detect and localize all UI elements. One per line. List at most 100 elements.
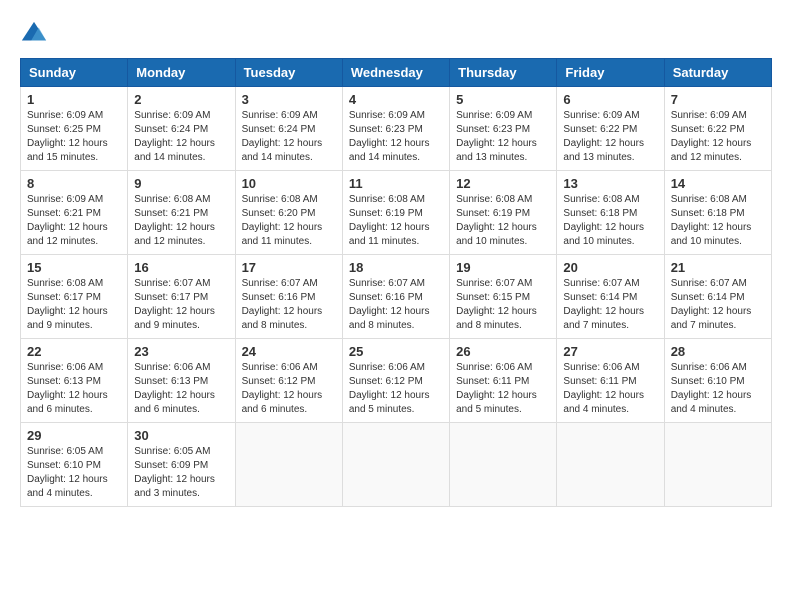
- day-info: Sunrise: 6:09 AM Sunset: 6:22 PM Dayligh…: [671, 109, 765, 165]
- calendar-day: 19 Sunrise: 6:07 AM Sunset: 6:15 PM Dayl…: [450, 255, 557, 339]
- day-number: 5: [456, 92, 550, 107]
- day-info: Sunrise: 6:05 AM Sunset: 6:10 PM Dayligh…: [27, 445, 121, 501]
- calendar-week-4: 22 Sunrise: 6:06 AM Sunset: 6:13 PM Dayl…: [21, 339, 772, 423]
- calendar-day: 5 Sunrise: 6:09 AM Sunset: 6:23 PM Dayli…: [450, 87, 557, 171]
- day-info: Sunrise: 6:09 AM Sunset: 6:21 PM Dayligh…: [27, 193, 121, 249]
- weekday-header-wednesday: Wednesday: [342, 59, 449, 87]
- calendar-day: 20 Sunrise: 6:07 AM Sunset: 6:14 PM Dayl…: [557, 255, 664, 339]
- day-number: 18: [349, 260, 443, 275]
- day-number: 14: [671, 176, 765, 191]
- day-info: Sunrise: 6:09 AM Sunset: 6:23 PM Dayligh…: [349, 109, 443, 165]
- weekday-header-saturday: Saturday: [664, 59, 771, 87]
- day-info: Sunrise: 6:09 AM Sunset: 6:24 PM Dayligh…: [134, 109, 228, 165]
- day-info: Sunrise: 6:07 AM Sunset: 6:16 PM Dayligh…: [242, 277, 336, 333]
- calendar-day: 18 Sunrise: 6:07 AM Sunset: 6:16 PM Dayl…: [342, 255, 449, 339]
- day-number: 13: [563, 176, 657, 191]
- calendar-day: 21 Sunrise: 6:07 AM Sunset: 6:14 PM Dayl…: [664, 255, 771, 339]
- day-info: Sunrise: 6:08 AM Sunset: 6:19 PM Dayligh…: [349, 193, 443, 249]
- calendar-day: 2 Sunrise: 6:09 AM Sunset: 6:24 PM Dayli…: [128, 87, 235, 171]
- day-info: Sunrise: 6:08 AM Sunset: 6:17 PM Dayligh…: [27, 277, 121, 333]
- logo-icon: [20, 20, 48, 48]
- day-number: 6: [563, 92, 657, 107]
- day-info: Sunrise: 6:05 AM Sunset: 6:09 PM Dayligh…: [134, 445, 228, 501]
- day-number: 10: [242, 176, 336, 191]
- day-info: Sunrise: 6:08 AM Sunset: 6:18 PM Dayligh…: [563, 193, 657, 249]
- logo: [20, 20, 52, 48]
- calendar-week-2: 8 Sunrise: 6:09 AM Sunset: 6:21 PM Dayli…: [21, 171, 772, 255]
- calendar-day: 11 Sunrise: 6:08 AM Sunset: 6:19 PM Dayl…: [342, 171, 449, 255]
- day-number: 28: [671, 344, 765, 359]
- day-number: 19: [456, 260, 550, 275]
- day-info: Sunrise: 6:06 AM Sunset: 6:13 PM Dayligh…: [27, 361, 121, 417]
- calendar-day: [450, 423, 557, 507]
- day-number: 27: [563, 344, 657, 359]
- calendar-day: 9 Sunrise: 6:08 AM Sunset: 6:21 PM Dayli…: [128, 171, 235, 255]
- weekday-header-monday: Monday: [128, 59, 235, 87]
- calendar-day: 7 Sunrise: 6:09 AM Sunset: 6:22 PM Dayli…: [664, 87, 771, 171]
- day-info: Sunrise: 6:09 AM Sunset: 6:24 PM Dayligh…: [242, 109, 336, 165]
- calendar-day: [664, 423, 771, 507]
- calendar-day: 4 Sunrise: 6:09 AM Sunset: 6:23 PM Dayli…: [342, 87, 449, 171]
- day-info: Sunrise: 6:08 AM Sunset: 6:20 PM Dayligh…: [242, 193, 336, 249]
- day-info: Sunrise: 6:08 AM Sunset: 6:21 PM Dayligh…: [134, 193, 228, 249]
- day-number: 1: [27, 92, 121, 107]
- day-info: Sunrise: 6:07 AM Sunset: 6:14 PM Dayligh…: [563, 277, 657, 333]
- day-info: Sunrise: 6:06 AM Sunset: 6:12 PM Dayligh…: [349, 361, 443, 417]
- weekday-header-friday: Friday: [557, 59, 664, 87]
- day-number: 26: [456, 344, 550, 359]
- calendar-day: 1 Sunrise: 6:09 AM Sunset: 6:25 PM Dayli…: [21, 87, 128, 171]
- day-number: 15: [27, 260, 121, 275]
- day-info: Sunrise: 6:08 AM Sunset: 6:18 PM Dayligh…: [671, 193, 765, 249]
- day-info: Sunrise: 6:06 AM Sunset: 6:11 PM Dayligh…: [563, 361, 657, 417]
- day-info: Sunrise: 6:06 AM Sunset: 6:13 PM Dayligh…: [134, 361, 228, 417]
- calendar-week-1: 1 Sunrise: 6:09 AM Sunset: 6:25 PM Dayli…: [21, 87, 772, 171]
- weekday-header-row: SundayMondayTuesdayWednesdayThursdayFrid…: [21, 59, 772, 87]
- calendar-table: SundayMondayTuesdayWednesdayThursdayFrid…: [20, 58, 772, 507]
- weekday-header-tuesday: Tuesday: [235, 59, 342, 87]
- day-number: 7: [671, 92, 765, 107]
- day-number: 25: [349, 344, 443, 359]
- day-info: Sunrise: 6:07 AM Sunset: 6:14 PM Dayligh…: [671, 277, 765, 333]
- day-info: Sunrise: 6:08 AM Sunset: 6:19 PM Dayligh…: [456, 193, 550, 249]
- calendar-day: 15 Sunrise: 6:08 AM Sunset: 6:17 PM Dayl…: [21, 255, 128, 339]
- calendar-day: 8 Sunrise: 6:09 AM Sunset: 6:21 PM Dayli…: [21, 171, 128, 255]
- day-info: Sunrise: 6:07 AM Sunset: 6:17 PM Dayligh…: [134, 277, 228, 333]
- calendar-day: 23 Sunrise: 6:06 AM Sunset: 6:13 PM Dayl…: [128, 339, 235, 423]
- day-info: Sunrise: 6:06 AM Sunset: 6:11 PM Dayligh…: [456, 361, 550, 417]
- day-number: 22: [27, 344, 121, 359]
- day-number: 23: [134, 344, 228, 359]
- day-number: 21: [671, 260, 765, 275]
- calendar-day: 14 Sunrise: 6:08 AM Sunset: 6:18 PM Dayl…: [664, 171, 771, 255]
- day-number: 17: [242, 260, 336, 275]
- calendar-day: 30 Sunrise: 6:05 AM Sunset: 6:09 PM Dayl…: [128, 423, 235, 507]
- day-number: 2: [134, 92, 228, 107]
- day-number: 9: [134, 176, 228, 191]
- calendar-day: 12 Sunrise: 6:08 AM Sunset: 6:19 PM Dayl…: [450, 171, 557, 255]
- day-number: 16: [134, 260, 228, 275]
- calendar-day: 29 Sunrise: 6:05 AM Sunset: 6:10 PM Dayl…: [21, 423, 128, 507]
- calendar-day: 16 Sunrise: 6:07 AM Sunset: 6:17 PM Dayl…: [128, 255, 235, 339]
- weekday-header-sunday: Sunday: [21, 59, 128, 87]
- calendar-day: [235, 423, 342, 507]
- calendar-day: [557, 423, 664, 507]
- calendar-day: 3 Sunrise: 6:09 AM Sunset: 6:24 PM Dayli…: [235, 87, 342, 171]
- calendar-day: 24 Sunrise: 6:06 AM Sunset: 6:12 PM Dayl…: [235, 339, 342, 423]
- day-info: Sunrise: 6:06 AM Sunset: 6:12 PM Dayligh…: [242, 361, 336, 417]
- calendar-day: 17 Sunrise: 6:07 AM Sunset: 6:16 PM Dayl…: [235, 255, 342, 339]
- day-number: 20: [563, 260, 657, 275]
- calendar-day: 22 Sunrise: 6:06 AM Sunset: 6:13 PM Dayl…: [21, 339, 128, 423]
- calendar-day: 26 Sunrise: 6:06 AM Sunset: 6:11 PM Dayl…: [450, 339, 557, 423]
- calendar-week-3: 15 Sunrise: 6:08 AM Sunset: 6:17 PM Dayl…: [21, 255, 772, 339]
- day-info: Sunrise: 6:09 AM Sunset: 6:23 PM Dayligh…: [456, 109, 550, 165]
- calendar-week-5: 29 Sunrise: 6:05 AM Sunset: 6:10 PM Dayl…: [21, 423, 772, 507]
- day-number: 4: [349, 92, 443, 107]
- day-info: Sunrise: 6:06 AM Sunset: 6:10 PM Dayligh…: [671, 361, 765, 417]
- calendar-day: 10 Sunrise: 6:08 AM Sunset: 6:20 PM Dayl…: [235, 171, 342, 255]
- day-number: 24: [242, 344, 336, 359]
- calendar-day: 25 Sunrise: 6:06 AM Sunset: 6:12 PM Dayl…: [342, 339, 449, 423]
- day-number: 30: [134, 428, 228, 443]
- day-info: Sunrise: 6:07 AM Sunset: 6:15 PM Dayligh…: [456, 277, 550, 333]
- day-number: 8: [27, 176, 121, 191]
- day-info: Sunrise: 6:07 AM Sunset: 6:16 PM Dayligh…: [349, 277, 443, 333]
- calendar-day: 13 Sunrise: 6:08 AM Sunset: 6:18 PM Dayl…: [557, 171, 664, 255]
